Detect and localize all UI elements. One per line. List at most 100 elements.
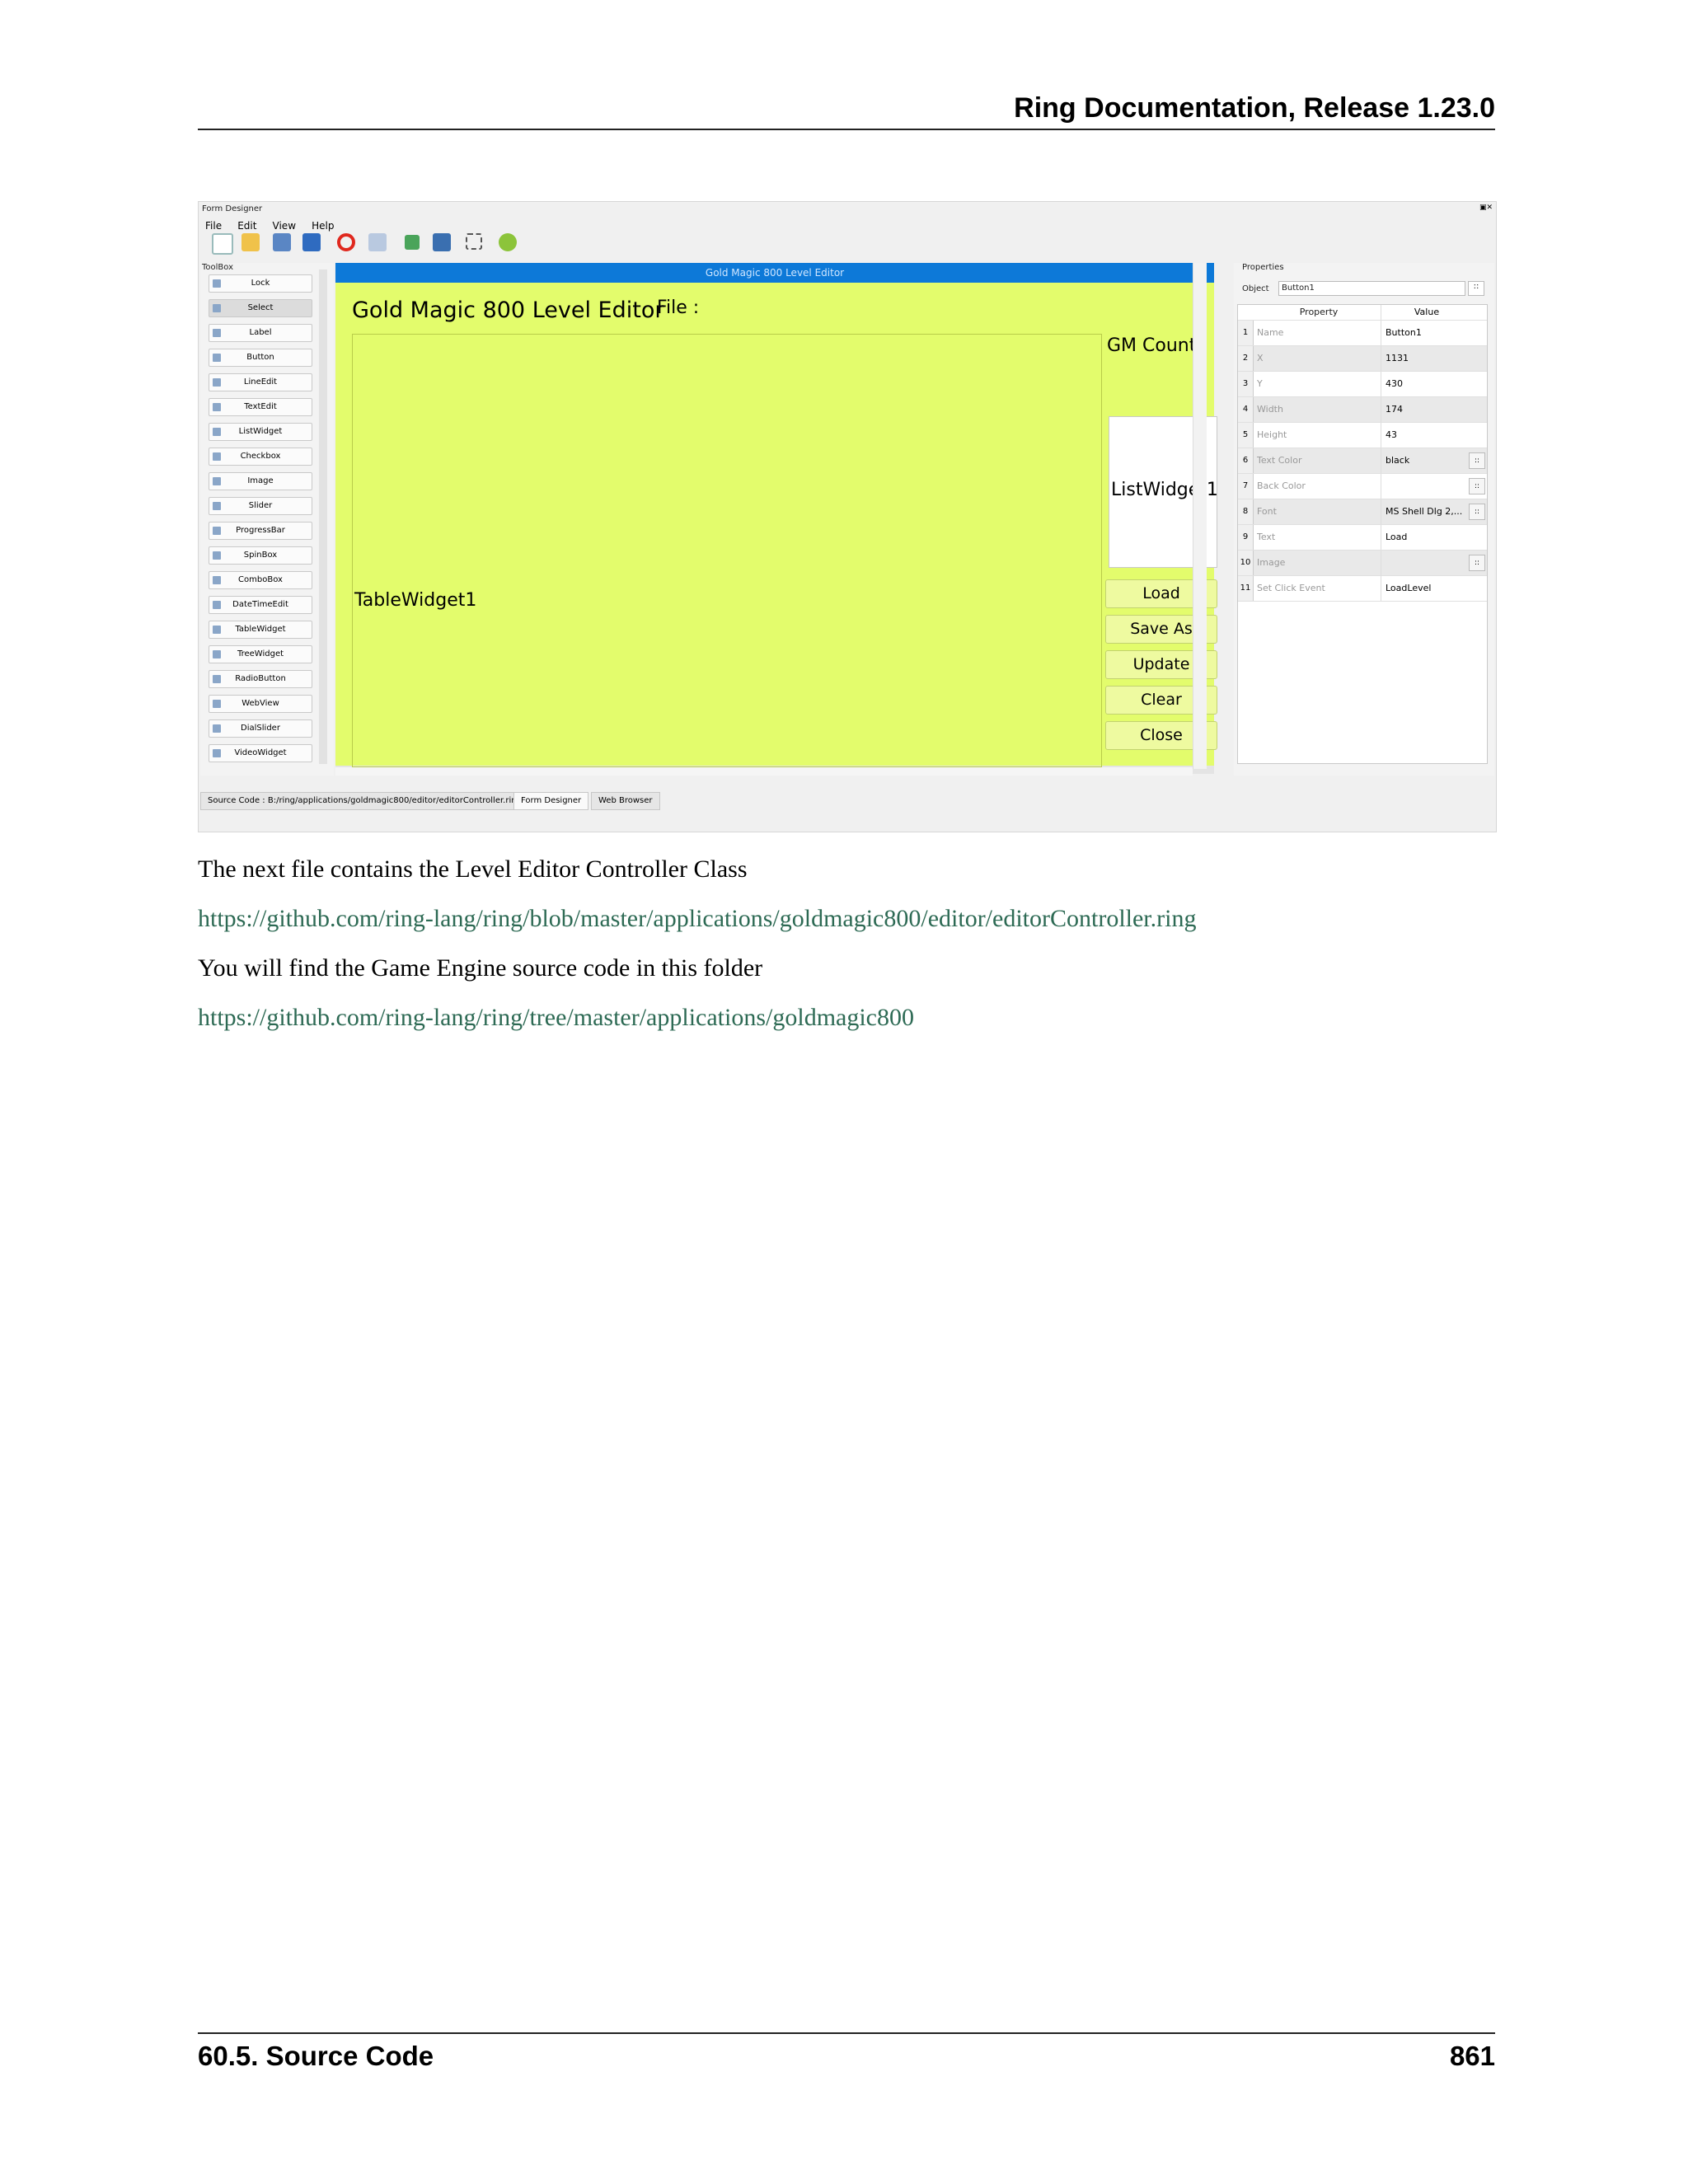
run-icon[interactable]: [499, 233, 517, 251]
toolbox-item-icon: [213, 749, 221, 757]
toolbox-item-label: DialSlider: [241, 724, 280, 733]
property-row[interactable]: 4 Width 174: [1238, 397, 1487, 423]
toolbox-item[interactable]: DateTimeEdit: [209, 596, 312, 614]
property-value[interactable]: 1131: [1383, 346, 1468, 371]
toolbox-item-label: DateTimeEdit: [232, 600, 288, 609]
property-row-number: 3: [1238, 372, 1254, 396]
property-value[interactable]: LoadLevel: [1383, 576, 1468, 601]
toolbox-item-icon: [213, 354, 221, 362]
toolbox-item[interactable]: RadioButton: [209, 670, 312, 688]
toolbox-item[interactable]: Slider: [209, 497, 312, 515]
canvas-vertical-scrollbar[interactable]: [1193, 263, 1207, 769]
toolbox-item[interactable]: Checkbox: [209, 448, 312, 466]
tab-form-designer[interactable]: Form Designer: [513, 792, 589, 810]
property-name: Set Click Event: [1254, 576, 1381, 601]
link-editor-controller[interactable]: https://github.com/ring-lang/ring/blob/m…: [198, 905, 1196, 933]
object-select[interactable]: Button1: [1278, 281, 1465, 296]
property-row[interactable]: 1 Name Button1: [1238, 321, 1487, 346]
copy-icon[interactable]: [368, 233, 387, 251]
property-value[interactable]: Load: [1383, 525, 1468, 550]
property-value[interactable]: Button1: [1383, 321, 1468, 345]
toolbox-item-icon: [213, 601, 221, 609]
menu-edit[interactable]: Edit: [237, 220, 256, 232]
window-controls-icon[interactable]: ▣✕: [1479, 204, 1493, 212]
footer-section: 60.5. Source Code: [198, 2041, 434, 2071]
toolbox-item-label: ComboBox: [238, 575, 283, 584]
toolbox-item[interactable]: LineEdit: [209, 373, 312, 391]
paste-icon[interactable]: [405, 235, 420, 250]
menu-view[interactable]: View: [273, 220, 296, 232]
property-row-number: 5: [1238, 423, 1254, 448]
save-as-icon[interactable]: [302, 233, 321, 251]
toolbox-item[interactable]: ListWidget: [209, 423, 312, 441]
property-picker-button[interactable]: ::: [1469, 504, 1485, 520]
property-name: Y: [1254, 372, 1381, 396]
toolbox-item[interactable]: Lock: [209, 274, 312, 293]
delete-icon[interactable]: [433, 233, 451, 251]
toolbox-item[interactable]: Label: [209, 324, 312, 342]
property-row[interactable]: 9 Text Load: [1238, 525, 1487, 551]
toolbox-item-icon: [213, 700, 221, 708]
toolbox-item[interactable]: Image: [209, 472, 312, 490]
property-value[interactable]: [1383, 551, 1468, 575]
property-row[interactable]: 11 Set Click Event LoadLevel: [1238, 576, 1487, 602]
canvas-horizontal-scrollbar[interactable]: [335, 767, 1193, 776]
property-picker-button[interactable]: ::: [1469, 555, 1485, 571]
table-widget[interactable]: TableWidget1: [352, 334, 1102, 767]
toolbox-item[interactable]: Button: [209, 349, 312, 367]
property-row[interactable]: 8 Font MS Shell Dlg 2,...::: [1238, 499, 1487, 525]
property-value[interactable]: [1383, 474, 1468, 499]
new-file-icon[interactable]: [212, 233, 233, 255]
property-row-number: 1: [1238, 321, 1254, 345]
property-picker-button[interactable]: ::: [1469, 452, 1485, 469]
property-row[interactable]: 10 Image::: [1238, 551, 1487, 576]
property-value[interactable]: 43: [1383, 423, 1468, 448]
toolbox-item[interactable]: WebView: [209, 695, 312, 713]
toolbox-item[interactable]: TreeWidget: [209, 645, 312, 663]
window-title: Form Designer: [202, 204, 263, 213]
select-all-icon[interactable]: [466, 233, 482, 250]
object-label: Object: [1242, 284, 1269, 293]
toolbox-item[interactable]: DialSlider: [209, 719, 312, 738]
page-header-title: Ring Documentation, Release 1.23.0: [1014, 92, 1495, 124]
property-picker-button[interactable]: ::: [1469, 478, 1485, 494]
menu-help[interactable]: Help: [312, 220, 334, 232]
toolbox-item[interactable]: ComboBox: [209, 571, 312, 589]
toolbox-item[interactable]: VideoWidget: [209, 744, 312, 762]
toolbox-scrollbar[interactable]: [319, 269, 327, 764]
property-row-number: 11: [1238, 576, 1254, 601]
toolbox-item[interactable]: SpinBox: [209, 546, 312, 565]
toolbox-panel: ToolBox Lock Select Label Button LineEdit Tex…: [200, 263, 334, 776]
toolbox-item[interactable]: TextEdit: [209, 398, 312, 416]
stop-icon[interactable]: [337, 233, 355, 251]
toolbox-item-label: Image: [247, 476, 274, 485]
toolbox-item[interactable]: Select: [209, 299, 312, 317]
property-value[interactable]: black: [1383, 448, 1468, 473]
form-title-label: Gold Magic 800 Level Editor: [352, 298, 664, 323]
toolbox-item-icon: [213, 428, 221, 436]
object-more-button[interactable]: ::: [1468, 281, 1484, 296]
tab-web-browser[interactable]: Web Browser: [591, 792, 660, 810]
save-icon[interactable]: [273, 233, 291, 251]
property-row[interactable]: 2 X 1131: [1238, 346, 1487, 372]
property-value[interactable]: 430: [1383, 372, 1468, 396]
toolbox-item-icon: [213, 576, 221, 584]
property-row[interactable]: 3 Y 430: [1238, 372, 1487, 397]
toolbox-item[interactable]: TableWidget: [209, 621, 312, 639]
link-goldmagic800[interactable]: https://github.com/ring-lang/ring/tree/m…: [198, 1004, 914, 1032]
property-row-number: 4: [1238, 397, 1254, 422]
property-row-number: 9: [1238, 525, 1254, 550]
toolbox-item-label: Lock: [251, 279, 270, 288]
toolbox-item-label: Slider: [248, 501, 273, 510]
property-value[interactable]: 174: [1383, 397, 1468, 422]
open-folder-icon[interactable]: [241, 233, 260, 251]
property-value[interactable]: MS Shell Dlg 2,...: [1383, 499, 1468, 524]
menu-file[interactable]: File: [205, 220, 222, 232]
property-name: Back Color: [1254, 474, 1381, 499]
property-row[interactable]: 6 Text Color black::: [1238, 448, 1487, 474]
tab-source-code[interactable]: Source Code : B:/ring/applications/goldm…: [200, 792, 529, 810]
property-name: Name: [1254, 321, 1381, 345]
property-row[interactable]: 5 Height 43: [1238, 423, 1487, 448]
toolbox-item[interactable]: ProgressBar: [209, 522, 312, 540]
property-row[interactable]: 7 Back Color::: [1238, 474, 1487, 499]
